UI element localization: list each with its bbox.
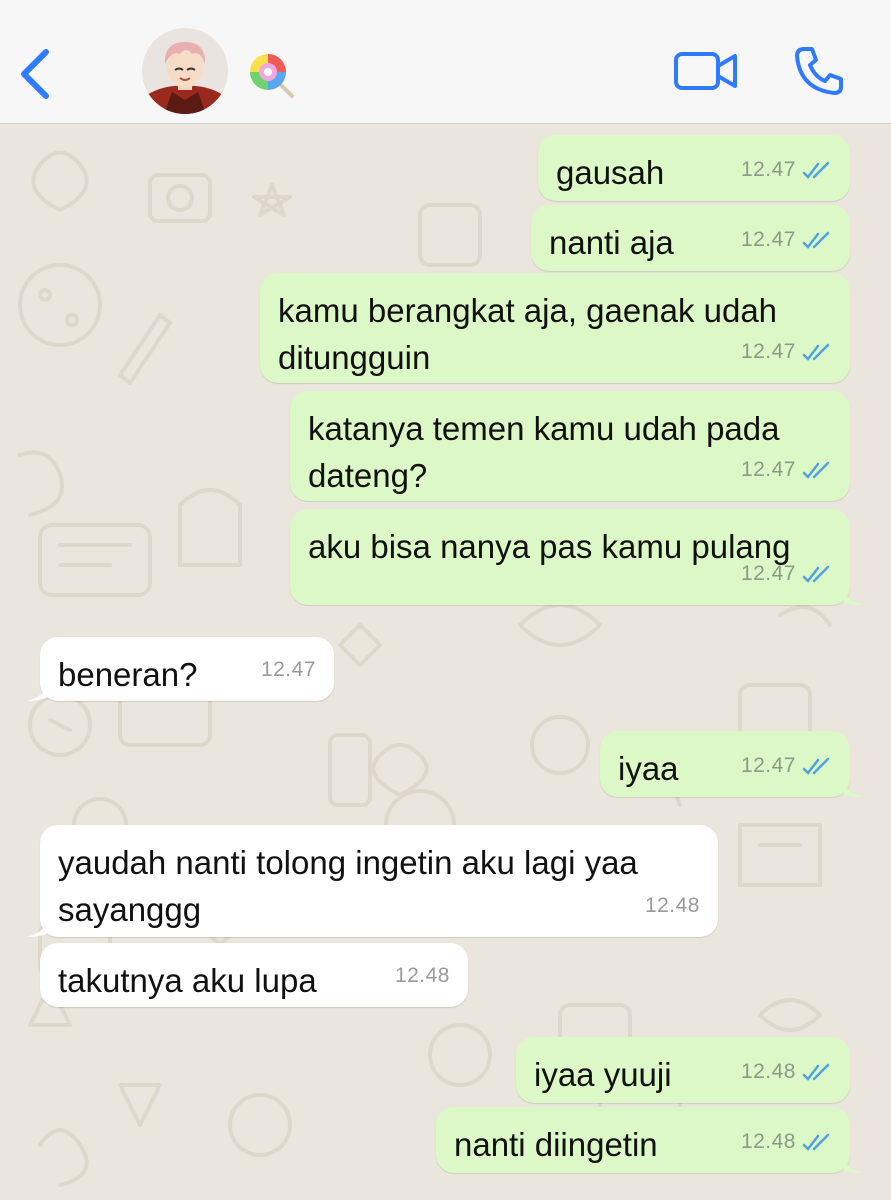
message-text: yaudah nanti tolong ingetin aku lagi yaa… — [58, 844, 638, 928]
read-receipt-icon — [802, 757, 830, 775]
incoming-message[interactable]: yaudah nanti tolong ingetin aku lagi yaa… — [26, 825, 718, 937]
message-time: 12.48 — [394, 964, 450, 987]
read-receipt-icon — [802, 231, 830, 249]
message-meta: 12.47 — [741, 216, 832, 263]
message-meta: 12.47 — [741, 328, 832, 375]
contact-avatar[interactable] — [142, 28, 228, 114]
read-receipt-icon — [802, 343, 830, 361]
message-time: 12.47 — [740, 158, 796, 181]
message-text: takutnya aku lupa — [58, 962, 317, 999]
message-meta: 12.47 — [741, 146, 832, 193]
phone-icon[interactable] — [792, 44, 846, 98]
outgoing-message[interactable]: kamu berangkat aja, gaenak udah ditunggu… — [260, 273, 850, 383]
read-receipt-icon — [802, 1133, 830, 1151]
message-time: 12.47 — [740, 458, 796, 481]
incoming-message[interactable]: beneran? 12.47 — [26, 637, 334, 701]
outgoing-message[interactable]: aku bisa nanya pas kamu pulang 12.47 — [290, 509, 864, 605]
bubble-tail — [840, 775, 864, 797]
outgoing-message[interactable]: nanti diingetin 12.48 — [436, 1107, 864, 1173]
bubble-tail — [840, 583, 864, 605]
read-receipt-icon — [802, 1063, 830, 1081]
outgoing-message[interactable]: katanya temen kamu udah pada dateng? 12.4… — [290, 391, 850, 501]
message-time: 12.47 — [740, 340, 796, 363]
message-meta: 12.48 — [645, 882, 700, 929]
bubble-tail — [26, 679, 50, 701]
message-meta: 12.47 — [261, 646, 316, 693]
bubble-tail — [840, 1151, 864, 1173]
video-camera-icon[interactable] — [672, 48, 740, 94]
message-time: 12.47 — [260, 658, 316, 681]
outgoing-message[interactable]: gausah 12.47 — [538, 135, 850, 201]
message-time: 12.47 — [740, 562, 796, 585]
outgoing-message[interactable]: nanti aja 12.47 — [531, 205, 850, 271]
read-receipt-icon — [802, 461, 830, 479]
message-meta: 12.47 — [741, 446, 832, 493]
read-receipt-icon — [802, 565, 830, 583]
incoming-message[interactable]: takutnya aku lupa 12.48 — [40, 943, 468, 1007]
message-time: 12.47 — [740, 228, 796, 251]
lollipop-emoji — [250, 54, 294, 98]
read-receipt-icon — [802, 161, 830, 179]
message-meta: 12.48 — [395, 952, 450, 999]
message-time: 12.48 — [740, 1130, 796, 1153]
message-time: 12.48 — [740, 1060, 796, 1083]
message-meta: 12.47 — [741, 742, 832, 789]
message-time: 12.48 — [644, 894, 700, 917]
message-meta: 12.48 — [741, 1118, 832, 1165]
chat-area[interactable]: gausah 12.47 nanti aja 12.47 kamu berangkat … — [0, 125, 891, 1200]
bubble-tail — [26, 915, 50, 937]
outgoing-message[interactable]: iyaa yuuji 12.48 — [516, 1037, 850, 1103]
outgoing-message[interactable]: iyaa 12.47 — [600, 731, 864, 797]
message-time: 12.47 — [740, 754, 796, 777]
message-meta: 12.47 — [741, 550, 832, 597]
message-meta: 12.48 — [741, 1048, 832, 1095]
chat-header — [0, 0, 891, 124]
chevron-left-icon[interactable] — [14, 44, 58, 104]
